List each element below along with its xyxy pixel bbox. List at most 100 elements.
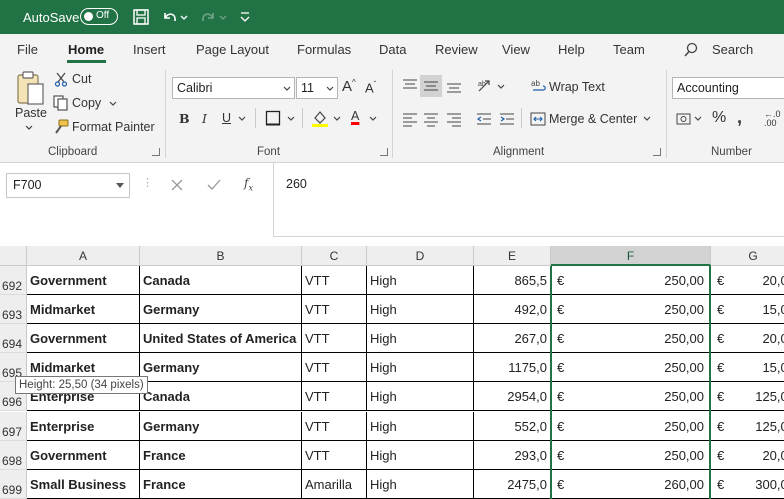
cell-a[interactable]: Midmarket [27,295,140,324]
column-header-b[interactable]: B [140,246,302,266]
cell-a[interactable]: Government [27,324,140,353]
tab-team[interactable]: Team [613,42,645,57]
align-right-icon[interactable] [446,111,462,127]
column-header-a[interactable]: A [27,246,140,266]
cell-a[interactable]: Government [27,441,140,470]
merge-dropdown-icon[interactable] [643,116,651,122]
increase-font-icon[interactable]: A^ [342,78,356,95]
select-all-corner[interactable] [0,246,27,266]
name-box[interactable]: F700 [6,173,130,198]
font-launcher-icon[interactable] [380,148,388,156]
cell-g[interactable]: €15,00 [711,295,784,324]
borders-icon[interactable] [265,110,281,126]
merge-center-button[interactable]: Merge & Center [549,112,637,126]
number-format-select[interactable]: Accounting [672,77,784,99]
cell-f[interactable]: €250,00 [551,324,711,353]
tab-formulas[interactable]: Formulas [297,42,351,57]
cell-c[interactable]: Amarilla [302,470,367,499]
cell-e[interactable]: 492,0 [474,295,551,324]
tab-help[interactable]: Help [558,42,585,57]
orientation-dropdown-icon[interactable] [497,84,505,90]
paste-button[interactable]: Paste [15,106,47,120]
percent-icon[interactable]: % [712,109,726,127]
cell-g[interactable]: €125,00 [711,412,784,441]
font-family-select[interactable]: Calibri [172,77,295,99]
cell-d[interactable]: High [367,324,474,353]
font-size-select[interactable]: 11 [296,77,338,99]
cut-icon[interactable] [54,71,68,87]
cell-f[interactable]: €250,00 [551,266,711,295]
cell-b[interactable]: France [140,441,302,470]
tab-insert[interactable]: Insert [133,42,166,57]
cell-f[interactable]: €260,00 [551,470,711,499]
copy-button[interactable]: Copy [72,96,101,110]
cell-a[interactable]: Enterprise [27,412,140,441]
paste-dropdown-icon[interactable] [24,124,34,132]
font-color-icon[interactable]: A [351,109,359,123]
decrease-indent-icon[interactable] [476,111,492,127]
clipboard-launcher-icon[interactable] [152,148,160,156]
cell-a[interactable]: Small Business [27,470,140,499]
decrease-font-icon[interactable]: Aˇ [365,80,376,95]
cell-d[interactable]: High [367,412,474,441]
cell-d[interactable]: High [367,266,474,295]
cell-c[interactable]: VTT [302,382,367,411]
cell-f[interactable]: €250,00 [551,295,711,324]
row-header[interactable]: 697 [0,412,27,441]
cell-b[interactable]: Germany [140,412,302,441]
tab-data[interactable]: Data [379,42,406,57]
column-header-d[interactable]: D [367,246,474,266]
wrap-text-button[interactable]: Wrap Text [549,80,605,94]
merge-center-icon[interactable] [530,111,546,127]
align-center-icon[interactable] [423,111,439,127]
formula-input[interactable]: 260 [273,163,784,237]
copy-dropdown-icon[interactable] [108,100,118,108]
increase-decimal-icon[interactable]: ←.0.00 [764,110,781,128]
undo-icon[interactable] [160,7,180,27]
tab-home[interactable]: Home [68,42,104,57]
row-header[interactable]: 698 [0,441,27,470]
cell-d[interactable]: High [367,295,474,324]
borders-dropdown-icon[interactable] [287,116,295,122]
cell-g[interactable]: €15,00 [711,353,784,382]
formula-bar-grip-icon[interactable]: ⋮ [142,176,153,189]
column-header-f[interactable]: F [551,246,711,266]
cell-c[interactable]: VTT [302,266,367,295]
tab-page-layout[interactable]: Page Layout [196,42,269,57]
comma-style-icon[interactable]: , [737,107,742,128]
underline-dropdown-icon[interactable] [238,116,246,122]
bold-icon[interactable]: B [179,111,190,126]
customize-toolbar-icon[interactable] [238,7,252,27]
cell-c[interactable]: VTT [302,412,367,441]
redo-icon[interactable] [198,7,218,27]
cell-b[interactable]: Germany [140,353,302,382]
undo-dropdown-icon[interactable] [178,7,190,27]
accounting-format-icon[interactable] [676,111,692,127]
cell-d[interactable]: High [367,382,474,411]
cell-e[interactable]: 552,0 [474,412,551,441]
increase-indent-icon[interactable] [499,111,515,127]
format-painter-button[interactable]: Format Painter [72,120,155,134]
cell-c[interactable]: VTT [302,353,367,382]
cell-f[interactable]: €250,00 [551,441,711,470]
column-header-e[interactable]: E [474,246,551,266]
cell-b[interactable]: France [140,470,302,499]
search-label[interactable]: Search [712,42,753,57]
orientation-icon[interactable]: ab [476,77,494,95]
middle-align-icon[interactable] [423,78,439,94]
fill-color-dropdown-icon[interactable] [333,116,341,122]
align-left-icon[interactable] [402,111,418,127]
enter-icon[interactable] [206,178,222,192]
cell-e[interactable]: 267,0 [474,324,551,353]
copy-icon[interactable] [53,95,69,111]
cell-c[interactable]: VTT [302,295,367,324]
cell-g[interactable]: €20,00 [711,266,784,295]
alignment-launcher-icon[interactable] [653,148,661,156]
cell-f[interactable]: €250,00 [551,382,711,411]
insert-function-icon[interactable]: fx [244,176,253,192]
tab-review[interactable]: Review [435,42,478,57]
format-painter-icon[interactable] [53,119,69,135]
tab-view[interactable]: View [502,42,530,57]
cell-d[interactable]: High [367,441,474,470]
paste-icon[interactable] [14,70,46,108]
